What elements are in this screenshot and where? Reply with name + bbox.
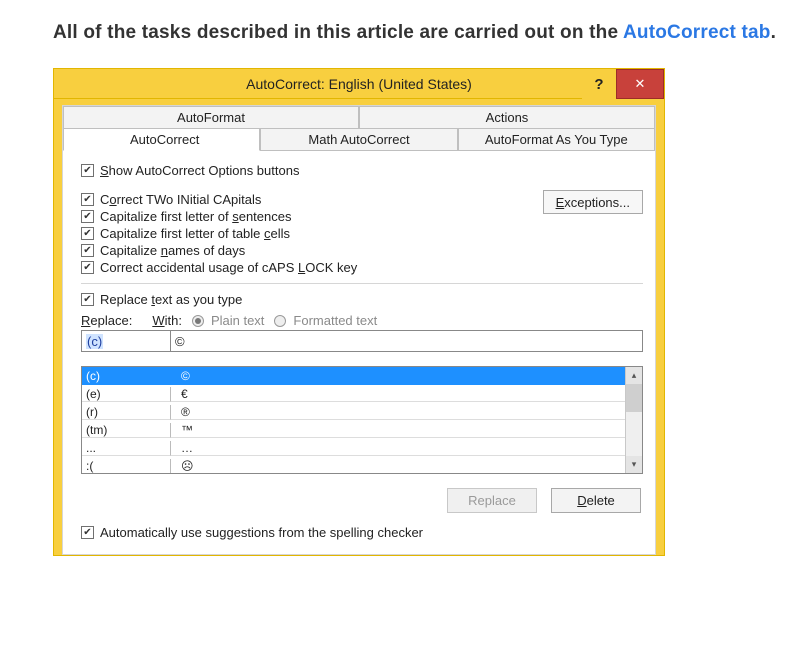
tab-row-bottom: AutoCorrect Math AutoCorrect AutoFormat … (63, 128, 655, 151)
tab-autoformat-as-you-type[interactable]: AutoFormat As You Type (458, 128, 655, 151)
help-icon: ? (594, 76, 603, 93)
dialog-title: AutoCorrect: English (United States) (246, 76, 472, 92)
chk-two-initial[interactable] (81, 193, 94, 206)
lbl-plain-text: Plain text (211, 313, 264, 328)
exceptions-button[interactable]: Exceptions... (543, 190, 643, 214)
scroll-up-icon[interactable]: ▴ (626, 367, 642, 384)
lbl-two-initial: Correct TWo INitial CApitals (100, 192, 261, 207)
scroll-down-icon[interactable]: ▾ (626, 456, 642, 473)
intro-prefix: All of the tasks described in this artic… (53, 22, 623, 43)
tab-autocorrect[interactable]: AutoCorrect (63, 128, 260, 151)
autocorrect-list: (c) © (e) € (r) ® (81, 366, 643, 474)
list-item[interactable]: ... … (82, 439, 625, 457)
replace-input[interactable]: (c) (81, 330, 171, 352)
tab-autoformat[interactable]: AutoFormat (63, 106, 359, 129)
scroll-thumb[interactable] (626, 384, 642, 412)
close-button[interactable]: ✕ (616, 69, 664, 99)
help-button[interactable]: ? (582, 69, 616, 99)
list-item[interactable]: (r) ® (82, 403, 625, 421)
tab-row-top: AutoFormat Actions (63, 106, 655, 129)
autocorrect-tab-link[interactable]: AutoCorrect tab (623, 22, 771, 43)
close-icon: ✕ (635, 76, 646, 92)
lbl-first-sentence: Capitalize first letter of sentences (100, 209, 291, 224)
delete-button[interactable]: Delete (551, 488, 641, 513)
dialog-titlebar[interactable]: AutoCorrect: English (United States) ? ✕ (54, 69, 664, 99)
lbl-replace-as-type: Replace text as you type (100, 292, 242, 307)
replace-button: Replace (447, 488, 537, 513)
list-scrollbar[interactable]: ▴ ▾ (625, 367, 642, 473)
replace-label: Replace: (81, 313, 132, 328)
article-intro: All of the tasks described in this artic… (0, 0, 800, 44)
lbl-formatted-text: Formatted text (293, 313, 377, 328)
tab-math-autocorrect[interactable]: Math AutoCorrect (260, 128, 457, 151)
list-item[interactable]: (c) © (82, 367, 625, 385)
with-label: With: (152, 313, 182, 328)
tab-actions[interactable]: Actions (359, 106, 655, 129)
chk-first-cell[interactable] (81, 227, 94, 240)
with-input[interactable]: © (170, 330, 643, 352)
autocorrect-list-body[interactable]: (c) © (e) € (r) ® (82, 367, 625, 473)
chk-show-options[interactable] (81, 164, 94, 177)
chk-caps-lock[interactable] (81, 261, 94, 274)
list-item[interactable]: :( ☹ (82, 457, 625, 473)
lbl-first-cell: Capitalize first letter of table cells (100, 226, 290, 241)
list-item[interactable]: (e) € (82, 385, 625, 403)
autocorrect-dialog: AutoCorrect: English (United States) ? ✕… (53, 68, 665, 556)
chk-auto-suggest[interactable] (81, 526, 94, 539)
chk-names-days[interactable] (81, 244, 94, 257)
lbl-auto-suggest: Automatically use suggestions from the s… (100, 525, 423, 540)
chk-first-sentence[interactable] (81, 210, 94, 223)
radio-formatted-text[interactable] (274, 315, 286, 327)
lbl-names-days: Capitalize names of days (100, 243, 245, 258)
chk-replace-as-type[interactable] (81, 293, 94, 306)
lbl-show-options: Show AutoCorrect Options buttons (100, 163, 299, 178)
radio-plain-text[interactable] (192, 315, 204, 327)
lbl-caps-lock: Correct accidental usage of cAPS LOCK ke… (100, 260, 357, 275)
list-item[interactable]: (tm) ™ (82, 421, 625, 439)
